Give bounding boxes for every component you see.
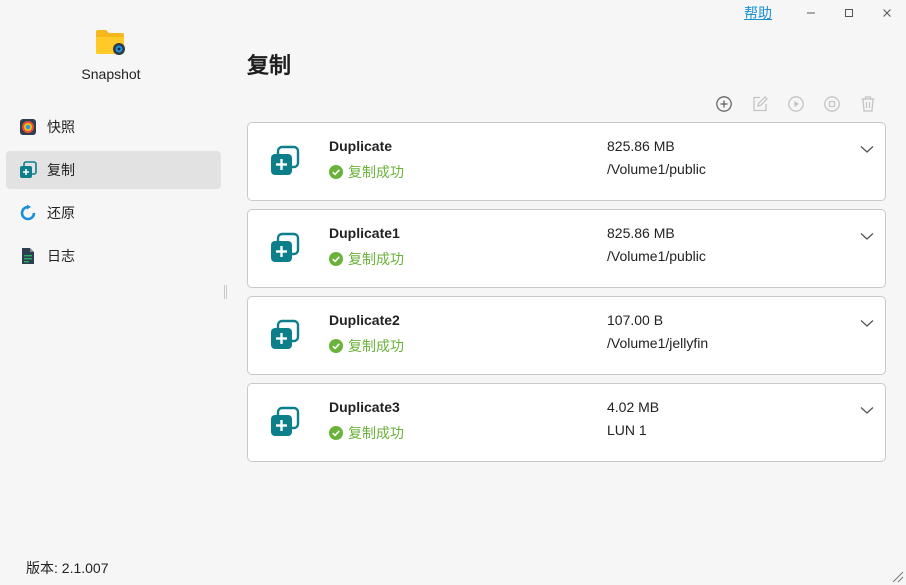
chevron-down-icon: [860, 232, 874, 240]
app-window: 帮助 Snapshot 快照 复制 还原 日志 版本: 2.1.007 复制 D…: [0, 0, 906, 585]
task-name: Duplicate: [329, 138, 393, 154]
duplicate-task-icon: [271, 232, 300, 262]
task-status-text: 复制成功: [348, 338, 404, 354]
task-path: /Volume1/public: [607, 161, 706, 177]
sidebar-item-snapshot[interactable]: 快照: [6, 108, 221, 146]
task-path: LUN 1: [607, 422, 647, 438]
duplicate-task-icon: [271, 406, 300, 436]
task-size: 107.00 B: [607, 312, 664, 328]
check-circle-icon: [329, 339, 343, 353]
edit-icon: [753, 96, 768, 112]
sidebar: Snapshot 快照 复制 还原 日志 版本: 2.1.007: [0, 0, 228, 585]
log-icon: [19, 247, 37, 265]
sidebar-item-label: 复制: [47, 162, 75, 178]
page-title: 复制: [247, 53, 292, 78]
main-panel: 复制 Duplicate 复制成功 825.86 MB /Volume1/pub…: [247, 0, 887, 585]
task-name: Duplicate1: [329, 225, 400, 241]
app-brand: Snapshot: [0, 28, 222, 82]
edit-button[interactable]: [742, 94, 778, 114]
stop-button[interactable]: [814, 94, 850, 114]
chevron-down-icon: [860, 406, 874, 414]
task-size: 825.86 MB: [607, 138, 675, 154]
run-button[interactable]: [778, 94, 814, 114]
delete-button[interactable]: [850, 94, 886, 114]
chevron-down-icon: [860, 319, 874, 327]
add-button[interactable]: [706, 94, 742, 114]
app-name: Snapshot: [81, 66, 141, 82]
sidebar-item-label: 日志: [47, 248, 75, 264]
task-status: 复制成功: [329, 336, 404, 356]
task-status: 复制成功: [329, 162, 404, 182]
play-icon: [788, 96, 804, 112]
folder-snapshot-icon: [96, 30, 125, 55]
check-circle-icon: [329, 252, 343, 266]
version-label: 版本: 2.1.007: [26, 560, 109, 576]
restore-icon: [19, 204, 37, 222]
duplicate-icon: [19, 161, 37, 179]
task-status: 复制成功: [329, 423, 404, 443]
task-list: Duplicate 复制成功 825.86 MB /Volume1/public: [247, 122, 886, 470]
task-card[interactable]: Duplicate3 复制成功 4.02 MB LUN 1: [247, 383, 886, 462]
check-circle-icon: [329, 165, 343, 179]
task-path: /Volume1/jellyfin: [607, 335, 709, 351]
task-card[interactable]: Duplicate2 复制成功 107.00 B /Volume1/jellyf…: [247, 296, 886, 375]
check-circle-icon: [329, 426, 343, 440]
trash-icon: [861, 96, 875, 112]
expand-button[interactable]: [857, 141, 877, 157]
resize-grip-icon[interactable]: [890, 569, 904, 583]
sidebar-splitter-handle[interactable]: [224, 285, 227, 299]
sidebar-item-log[interactable]: 日志: [6, 237, 221, 275]
task-name: Duplicate2: [329, 312, 400, 328]
sidebar-item-restore[interactable]: 还原: [6, 194, 221, 232]
task-card[interactable]: Duplicate1 复制成功 825.86 MB /Volume1/publi…: [247, 209, 886, 288]
add-icon: [716, 96, 732, 112]
task-size: 4.02 MB: [607, 399, 660, 415]
task-status-text: 复制成功: [348, 164, 404, 180]
toolbar: [706, 94, 886, 114]
expand-button[interactable]: [857, 402, 877, 418]
expand-button[interactable]: [857, 228, 877, 244]
task-name: Duplicate3: [329, 399, 400, 415]
sidebar-nav: 快照 复制 还原 日志: [6, 108, 221, 280]
duplicate-task-icon: [271, 319, 300, 349]
task-card[interactable]: Duplicate 复制成功 825.86 MB /Volume1/public: [247, 122, 886, 201]
task-path: /Volume1/public: [607, 248, 706, 264]
task-status-text: 复制成功: [348, 251, 404, 267]
task-status-text: 复制成功: [348, 425, 404, 441]
snapshot-icon: [19, 118, 37, 136]
sidebar-item-label: 还原: [47, 205, 75, 221]
chevron-down-icon: [860, 145, 874, 153]
stop-icon: [824, 96, 840, 112]
task-size: 825.86 MB: [607, 225, 675, 241]
duplicate-task-icon: [271, 145, 300, 175]
sidebar-item-label: 快照: [47, 119, 75, 135]
expand-button[interactable]: [857, 315, 877, 331]
sidebar-item-duplicate[interactable]: 复制: [6, 151, 221, 189]
task-status: 复制成功: [329, 249, 404, 269]
